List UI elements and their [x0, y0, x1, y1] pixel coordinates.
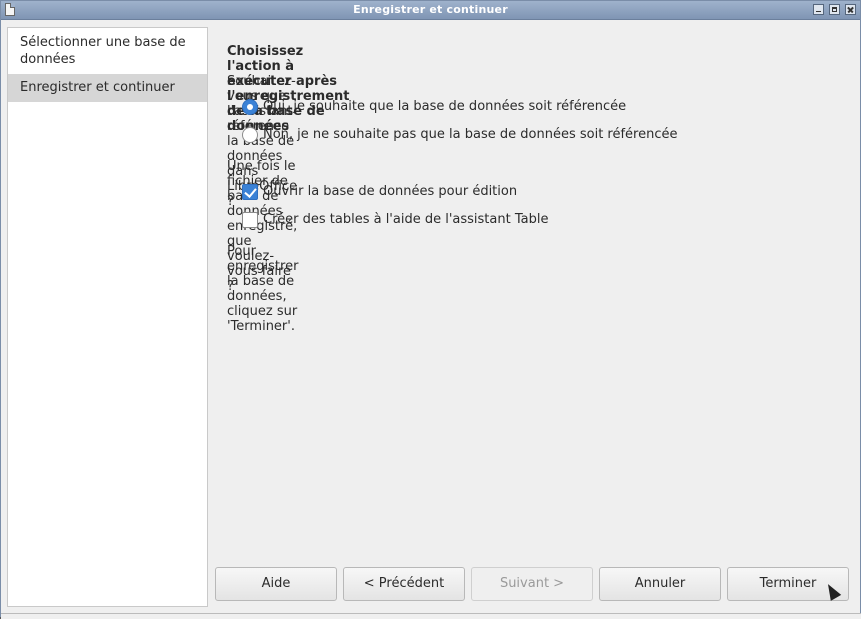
help-button[interactable]: Aide	[215, 567, 337, 601]
back-button[interactable]: < Précédent	[343, 567, 465, 601]
radio-no-label[interactable]: Non, je ne souhaite pas que la base de d…	[263, 126, 678, 144]
cancel-button[interactable]: Annuler	[599, 567, 721, 601]
next-button[interactable]: Suivant >	[471, 567, 593, 601]
close-icon[interactable]	[845, 4, 856, 15]
minimize-icon[interactable]	[813, 4, 824, 15]
step-select-database[interactable]: Sélectionner une base de données	[8, 34, 207, 68]
window-title: Enregistrer et continuer	[353, 3, 508, 16]
wizard-window: Enregistrer et continuer Sélectionner un…	[0, 0, 861, 619]
finish-instructions: Pour enregistrer la base de données, cli…	[227, 244, 299, 334]
maximize-icon[interactable]	[829, 4, 840, 15]
checkbox-open-for-editing[interactable]	[242, 184, 258, 200]
checkbox-open-label[interactable]: Ouvrir la base de données pour édition	[263, 183, 517, 201]
steps-sidebar: Sélectionner une base de données Enregis…	[7, 27, 208, 607]
radio-no[interactable]	[242, 127, 258, 143]
checkbox-tables-label[interactable]: Créer des tables à l'aide de l'assistant…	[263, 211, 548, 229]
title-bar[interactable]: Enregistrer et continuer	[1, 1, 860, 20]
window-bottom-edge	[1, 613, 861, 619]
checkbox-create-tables[interactable]	[242, 212, 258, 228]
radio-yes-label[interactable]: Oui, je souhaite que la base de données …	[263, 98, 626, 116]
radio-yes[interactable]	[242, 99, 258, 115]
step-save-and-continue[interactable]: Enregistrer et continuer	[8, 74, 207, 102]
